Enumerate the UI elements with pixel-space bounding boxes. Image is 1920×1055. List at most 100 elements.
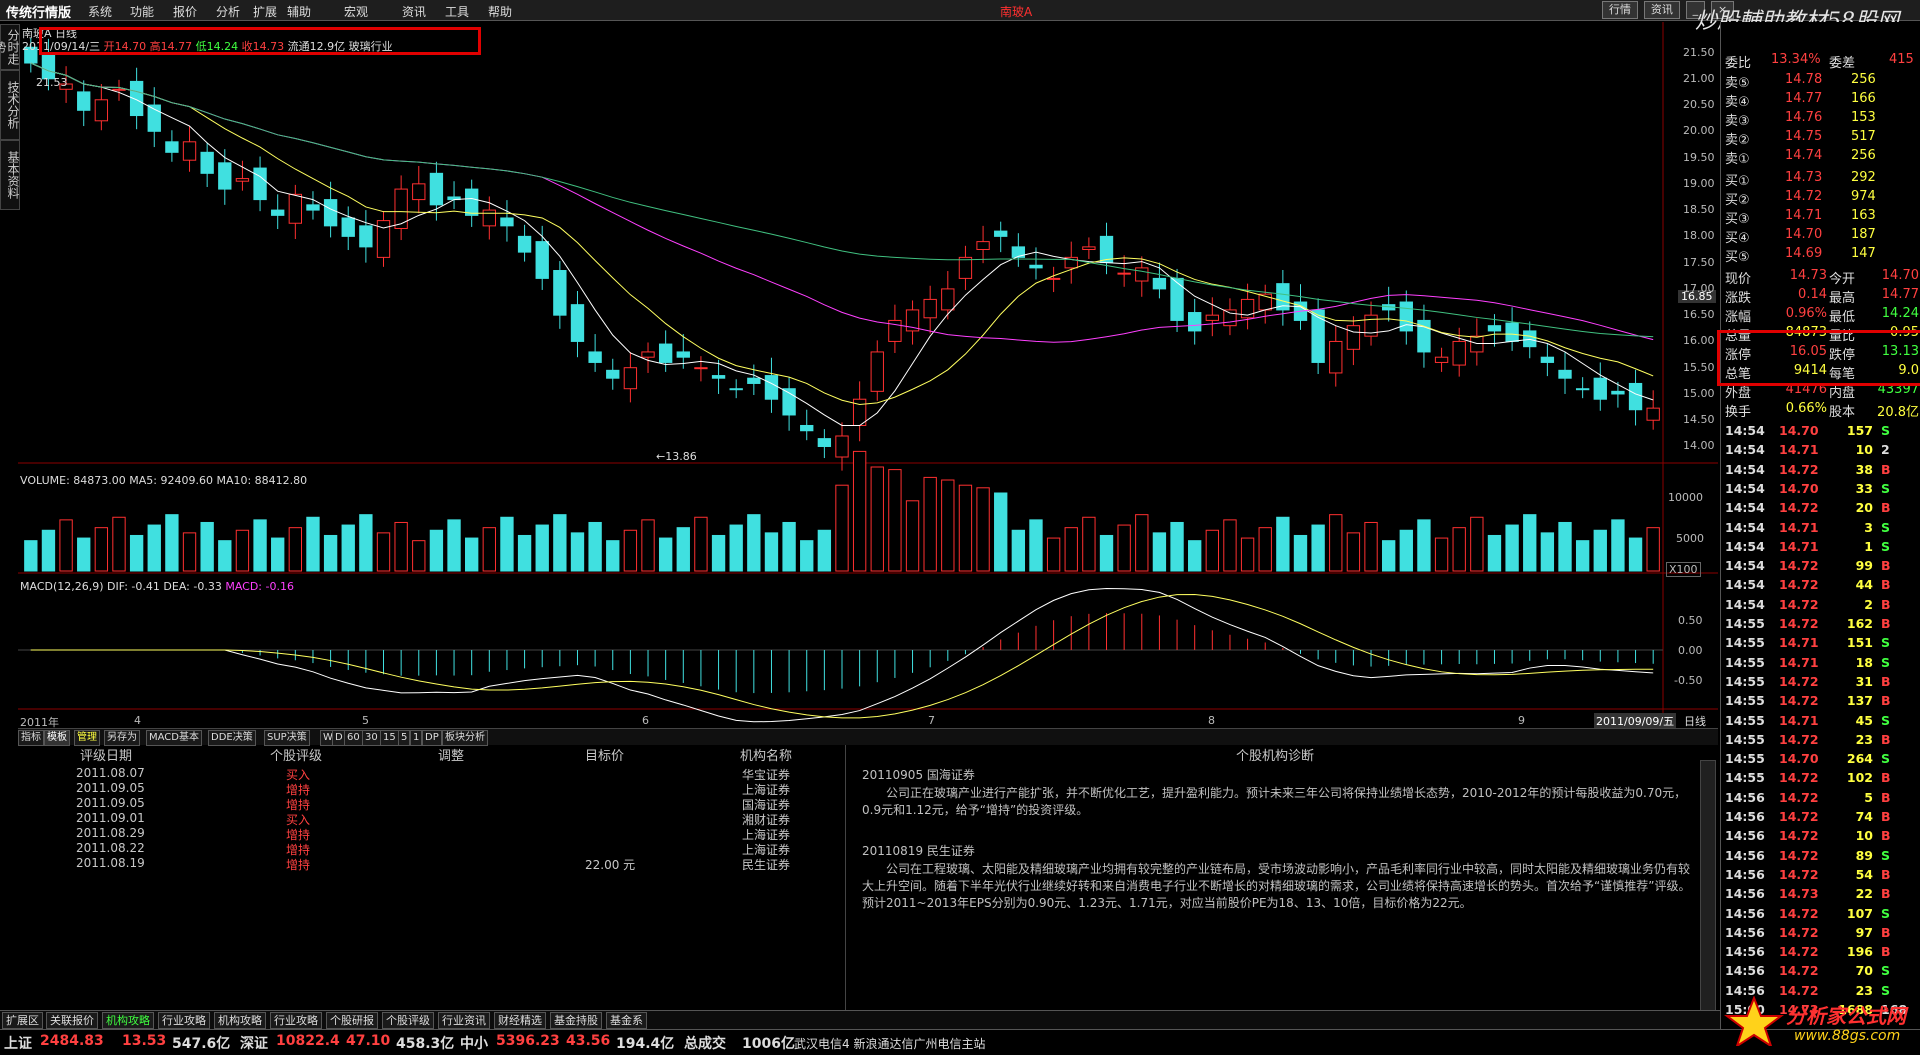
bid-row[interactable]: 买⑤ 14.69 147	[1721, 246, 1920, 265]
col-rating[interactable]: 个股评级	[270, 745, 322, 764]
chart-tab-indicator[interactable]: 指标	[18, 730, 44, 746]
chart-tab-1[interactable]: 1	[410, 730, 423, 746]
bid-label: 买①	[1725, 174, 1750, 189]
footer-tab-inst2[interactable]: 机构攻略	[214, 1012, 266, 1029]
news-button[interactable]: 资讯	[1643, 1, 1680, 19]
ask-row[interactable]: 卖① 14.74 256	[1721, 148, 1920, 167]
low-marker-value: 13.86	[665, 450, 697, 463]
tick-price: 14.72	[1779, 847, 1819, 863]
rating-row[interactable]: 2011.08.19 增持 22.00 元 民生证券	[0, 856, 845, 872]
tick-price: 14.72	[1779, 500, 1819, 516]
bid-row[interactable]: 买③ 14.71 163	[1721, 208, 1920, 227]
rating-row[interactable]: 2011.09.05 增持 国海证券	[0, 796, 845, 812]
chart-tab-sector[interactable]: 板块分析	[442, 730, 488, 746]
footer-tab-fund[interactable]: 基金持股	[550, 1012, 602, 1029]
footer-tab-report[interactable]: 个股研报	[326, 1012, 378, 1029]
chart-tab-dp[interactable]: DP	[422, 730, 442, 746]
rating-row[interactable]: 2011.08.29 增持 上海证券	[0, 826, 845, 842]
tab-fundamental[interactable]: 基本资料	[0, 140, 20, 210]
bid-row[interactable]: 买② 14.72 974	[1721, 189, 1920, 208]
tick-row: 14:55 14.72 23 B	[1721, 732, 1920, 750]
tick-side: B	[1881, 944, 1891, 960]
footer-tab-indnews[interactable]: 行业资讯	[438, 1012, 490, 1029]
menu-macro[interactable]: 宏观	[344, 3, 368, 20]
footer-tab-rating[interactable]: 个股评级	[382, 1012, 434, 1029]
index-bar: 上证 2484.83 13.53 547.6亿 深证 10822.4 47.10…	[0, 1029, 1920, 1055]
tick-row: 14:56 14.72 196 B	[1721, 944, 1920, 962]
bid-volume: 187	[1851, 227, 1876, 242]
col-rating-date[interactable]: 评级日期	[80, 745, 132, 764]
rating-row[interactable]: 2011.09.01 买入 湘财证券	[0, 811, 845, 827]
quote-button[interactable]: 行情	[1602, 1, 1638, 19]
chart-canvas[interactable]	[18, 22, 1718, 728]
chart-tab-5[interactable]: 5	[398, 730, 411, 746]
menu-tools[interactable]: 工具	[445, 3, 469, 20]
menu-help[interactable]: 帮助	[488, 3, 512, 20]
bid-row[interactable]: 买④ 14.70 187	[1721, 227, 1920, 246]
macd-header: MACD(12,26,9) DIF: -0.41 DEA: -0.33 MACD…	[20, 580, 294, 593]
volume-bar	[1046, 537, 1061, 572]
price-tick: 16.50	[1683, 308, 1715, 322]
volume-bar	[535, 524, 549, 572]
menu-assist[interactable]: 辅助	[287, 3, 311, 20]
tick-price: 14.72	[1779, 905, 1819, 921]
candle-body	[1523, 330, 1537, 348]
volume-bar	[465, 537, 479, 572]
footer-tab-ind1[interactable]: 行业攻略	[158, 1012, 210, 1029]
rating-row[interactable]: 2011.08.07 买入 华宝证券	[0, 766, 845, 782]
menu-system[interactable]: 系统	[88, 3, 112, 20]
index-sh-name[interactable]: 上证	[4, 1033, 32, 1053]
volume-bar	[1170, 521, 1184, 572]
ask-row[interactable]: 卖② 14.75 517	[1721, 129, 1920, 148]
chart-tab-template[interactable]: 模板	[44, 730, 70, 746]
chart-tab-macd[interactable]: MACD基本	[146, 730, 202, 746]
chart-tab-60[interactable]: 60	[344, 730, 363, 746]
bid-row[interactable]: 买① 14.73 292	[1721, 170, 1920, 189]
col-target[interactable]: 目标价	[585, 745, 624, 764]
footer-tab-ind2[interactable]: 行业攻略	[270, 1012, 322, 1029]
chart-tab-30[interactable]: 30	[362, 730, 381, 746]
footer-tab-ext[interactable]: 扩展区	[2, 1012, 43, 1029]
high-marker: 21.53	[36, 76, 68, 89]
tick-time: 14:56	[1725, 886, 1765, 902]
col-org[interactable]: 机构名称	[740, 745, 792, 764]
diagnosis-scrollbar[interactable]	[1700, 760, 1716, 1014]
tick-price: 14.72	[1779, 616, 1819, 631]
dif-label: DIF: -0.41	[107, 580, 160, 593]
tick-price: 14.72	[1779, 596, 1819, 612]
volume-bar	[994, 492, 1008, 572]
menu-function[interactable]: 功能	[130, 3, 154, 20]
tab-intraday[interactable]: 分时走势	[0, 24, 20, 70]
volume-bar	[1276, 516, 1290, 572]
kline-chart[interactable]: 南玻A 日线 2011/09/14/三 开14.70 高14.77 低14.24…	[18, 22, 1718, 729]
footer-tab-fundsys[interactable]: 基金系	[606, 1012, 647, 1029]
col-adjust[interactable]: 调整	[438, 745, 464, 764]
menu-analysis[interactable]: 分析	[216, 3, 240, 20]
ask-row[interactable]: 卖⑤ 14.78 256	[1721, 72, 1920, 91]
ask-row[interactable]: 卖④ 14.77 166	[1721, 91, 1920, 110]
chart-tab-saveas[interactable]: 另存为	[104, 730, 140, 746]
footer-tab-inst1[interactable]: 机构攻略	[102, 1012, 154, 1029]
index-sz-name[interactable]: 深证	[240, 1033, 268, 1053]
tick-volume: 18	[1855, 654, 1873, 670]
index-sme-name[interactable]: 中小	[460, 1033, 488, 1053]
period-label[interactable]: 日线	[1684, 713, 1706, 729]
menu-quote[interactable]: 报价	[173, 3, 197, 20]
footer-tab-related[interactable]: 关联报价	[46, 1012, 98, 1029]
chart-tab-sup[interactable]: SUP决策	[264, 730, 310, 746]
footer-tab-finance[interactable]: 财经精选	[494, 1012, 546, 1029]
index-sme-amount: 194.4亿	[616, 1036, 675, 1052]
tab-technical[interactable]: 技术分析	[0, 70, 20, 140]
price-tick: 18.50	[1683, 203, 1715, 217]
chart-tab-dde[interactable]: DDE决策	[208, 730, 256, 746]
vol-unit: X100	[1666, 562, 1701, 577]
ask-row[interactable]: 卖③ 14.76 153	[1721, 110, 1920, 129]
menu-news[interactable]: 资讯	[402, 3, 426, 20]
candle-body	[200, 151, 214, 174]
rating-row[interactable]: 2011.08.22 增持 上海证券	[0, 841, 845, 857]
chart-tab-15[interactable]: 15	[380, 730, 399, 746]
volume-bar	[376, 532, 391, 572]
menu-extend[interactable]: 扩展	[253, 3, 277, 20]
rating-row[interactable]: 2011.09.05 增持 上海证券	[0, 781, 845, 797]
chart-tab-manage[interactable]: 管理	[74, 730, 100, 746]
